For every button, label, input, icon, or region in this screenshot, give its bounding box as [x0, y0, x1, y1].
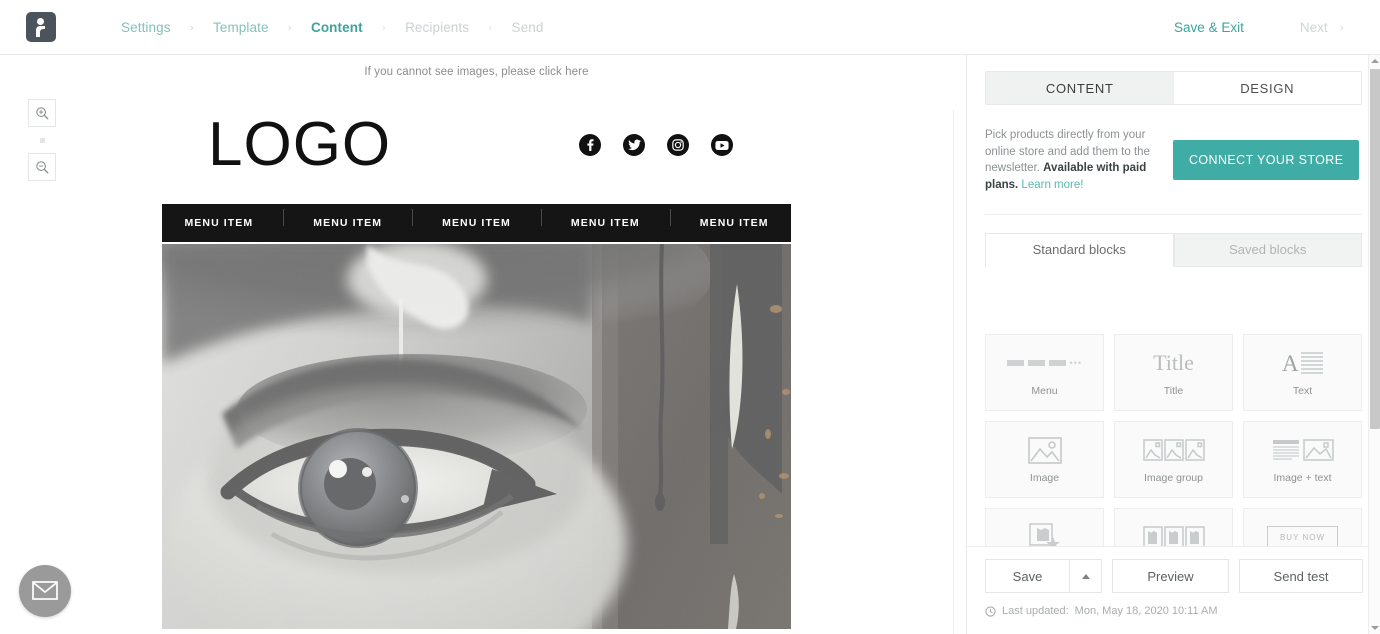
preheader-text[interactable]: If you cannot see images, please click h…: [162, 55, 791, 78]
social-icon-row: [579, 134, 745, 156]
breadcrumb-separator: ›: [189, 20, 194, 34]
breadcrumb-item-recipients: Recipients: [405, 19, 470, 35]
twitter-icon[interactable]: [623, 134, 645, 156]
block-image[interactable]: Image: [985, 421, 1104, 498]
email-menu-bar: MENU ITEM MENU ITEM MENU ITEM MENU ITEM …: [162, 204, 791, 242]
svg-text:A: A: [1282, 351, 1299, 376]
connect-your-store-button[interactable]: CONNECT YOUR STORE: [1173, 140, 1360, 181]
tab-saved-blocks[interactable]: Saved blocks: [1173, 232, 1362, 267]
caret-up-icon: [1081, 573, 1090, 579]
breadcrumb-item-settings[interactable]: Settings: [119, 20, 173, 35]
scroll-down-arrow[interactable]: [1369, 622, 1380, 634]
top-header-bar: Settings › Template › Content › Recipien…: [0, 0, 1380, 55]
triangle-up-icon: [1371, 59, 1379, 63]
save-button[interactable]: Save: [985, 559, 1069, 593]
zoom-reset-dot-icon: [39, 137, 45, 143]
image-text-block-icon: [1272, 435, 1334, 465]
zoom-in-button[interactable]: [28, 99, 56, 127]
email-canvas-area: If you cannot see images, please click h…: [0, 55, 954, 634]
zoom-toolbar: [28, 99, 56, 181]
envelope-icon: [32, 581, 58, 600]
promo-text: Pick products directly from your online …: [985, 127, 1155, 194]
last-updated-value: Mon, May 18, 2020 10:11 AM: [1074, 605, 1218, 617]
last-updated-label: Last updated:: [1002, 605, 1069, 617]
blocks-tab-bar: Standard blocks Saved blocks: [985, 232, 1362, 267]
block-label: Image + text: [1273, 472, 1332, 484]
tab-content[interactable]: CONTENT: [986, 72, 1174, 104]
menu-item[interactable]: MENU ITEM: [669, 209, 799, 229]
triangle-down-icon: [1371, 626, 1379, 630]
block-title[interactable]: Title Title: [1114, 334, 1233, 411]
block-image-text[interactable]: Image + text: [1243, 421, 1362, 498]
brand-logo-head: [37, 18, 44, 25]
menu-item[interactable]: MENU ITEM: [412, 209, 541, 229]
send-test-button[interactable]: Send test: [1239, 559, 1363, 593]
last-updated-status: Last updated: Mon, May 18, 2020 10:11 AM: [985, 605, 1363, 617]
breadcrumb-item-content[interactable]: Content: [309, 20, 365, 35]
breadcrumb-separator: ›: [287, 20, 292, 34]
zoom-out-icon: [35, 160, 49, 174]
block-text[interactable]: A Text: [1243, 334, 1362, 411]
email-logo-text[interactable]: LOGO: [208, 114, 391, 176]
youtube-icon[interactable]: [711, 134, 733, 156]
scroll-up-arrow[interactable]: [1369, 55, 1380, 67]
zoom-reset-button[interactable]: [28, 127, 56, 153]
panel-scrollbar[interactable]: [1368, 55, 1380, 634]
breadcrumb-separator: ›: [381, 20, 387, 34]
menu-item[interactable]: MENU ITEM: [540, 209, 670, 229]
block-image-group[interactable]: Image group: [1114, 421, 1233, 498]
block-label: Text: [1292, 385, 1313, 397]
image-group-block-icon: [1142, 435, 1205, 465]
tab-standard-blocks[interactable]: Standard blocks: [985, 232, 1174, 267]
image-block-icon: [1027, 435, 1062, 465]
panel-tab-bar: CONTENT DESIGN: [985, 71, 1362, 105]
menu-item[interactable]: MENU ITEM: [283, 209, 412, 229]
panel-bottom-actions: Save Preview Send test Last updated: Mon…: [967, 546, 1380, 634]
clock-icon: [985, 605, 996, 617]
message-support-button[interactable]: [19, 565, 71, 617]
next-button-label: Next: [1299, 19, 1328, 35]
preview-button[interactable]: Preview: [1112, 559, 1230, 593]
action-button-row: Save Preview Send test: [985, 559, 1363, 593]
breadcrumb: Settings › Template › Content › Recipien…: [119, 20, 545, 35]
breadcrumb-item-send: Send: [511, 19, 544, 35]
brand-logo-icon[interactable]: [26, 12, 56, 42]
save-options-button[interactable]: [1069, 559, 1102, 593]
instagram-icon[interactable]: [667, 134, 689, 156]
brand-logo-body: [36, 26, 45, 37]
block-label: Title: [1163, 385, 1184, 397]
learn-more-link[interactable]: Learn more!: [1018, 179, 1083, 191]
zoom-out-button[interactable]: [28, 153, 56, 181]
tab-design[interactable]: DESIGN: [1173, 72, 1361, 104]
email-hero-image[interactable]: [162, 244, 791, 629]
email-header-row: LOGO: [162, 78, 791, 176]
zoom-in-icon: [35, 106, 49, 120]
save-and-exit-button[interactable]: Save & Exit: [1174, 20, 1244, 35]
breadcrumb-separator: ›: [488, 20, 493, 34]
facebook-icon[interactable]: [579, 134, 601, 156]
breadcrumb-item-template[interactable]: Template: [211, 20, 271, 35]
header-actions: Save & Exit Next ›: [1174, 20, 1344, 35]
block-menu[interactable]: ••• Menu: [985, 334, 1104, 411]
connect-store-promo: Pick products directly from your online …: [985, 105, 1362, 215]
block-label: Image: [1029, 472, 1060, 484]
block-label: Menu: [1031, 385, 1058, 397]
email-preview-document: If you cannot see images, please click h…: [162, 55, 791, 629]
menu-block-icon: •••: [1007, 348, 1082, 378]
block-label: Image group: [1144, 472, 1203, 484]
title-block-icon: Title: [1153, 350, 1194, 375]
editor-side-panel: CONTENT DESIGN Pick products directly fr…: [966, 55, 1380, 634]
text-block-icon: A: [1282, 348, 1324, 378]
chevron-right-icon: ›: [1339, 20, 1344, 34]
app-window: Settings › Template › Content › Recipien…: [0, 0, 1380, 634]
panel-scrollbar-thumb[interactable]: [1370, 69, 1380, 429]
canvas-scrollbar[interactable]: [953, 110, 954, 634]
menu-item[interactable]: MENU ITEM: [154, 217, 283, 229]
next-button: Next ›: [1300, 20, 1344, 35]
